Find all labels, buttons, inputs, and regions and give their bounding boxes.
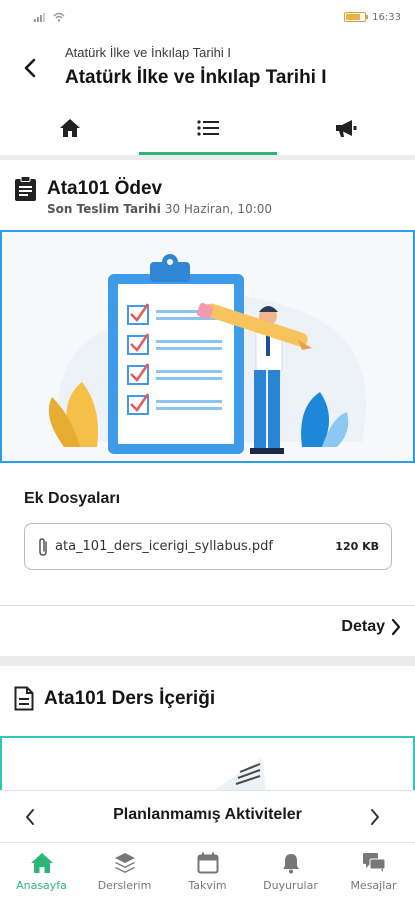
document-icon bbox=[14, 686, 34, 711]
nav-announcements-label: Duyurular bbox=[263, 878, 318, 892]
assignment-illustration bbox=[0, 230, 415, 463]
status-time: 16:33 bbox=[372, 11, 401, 23]
megaphone-icon bbox=[336, 119, 357, 137]
nav-announcements[interactable]: Duyurular bbox=[249, 843, 332, 900]
nav-messages[interactable]: Mesajlar bbox=[332, 843, 415, 900]
paperclip-icon bbox=[39, 537, 47, 556]
course-tabbar bbox=[0, 100, 415, 155]
course-content-preview bbox=[0, 736, 415, 790]
battery-icon bbox=[344, 12, 369, 22]
attachment-file-name: ata_101_ders_icerigi_syllabus.pdf bbox=[55, 539, 273, 554]
nav-calendar[interactable]: Takvim bbox=[166, 843, 249, 900]
nav-home[interactable]: Anasayfa bbox=[0, 843, 83, 900]
chevron-right-icon bbox=[391, 618, 401, 636]
assignment-card[interactable]: Ata101 Ödev Son Teslim Tarihi 30 Haziran,… bbox=[0, 160, 415, 656]
home-icon bbox=[30, 852, 53, 873]
nav-courses[interactable]: Derslerim bbox=[83, 843, 166, 900]
course-content-card[interactable]: Ata101 Ders İçeriği bbox=[0, 666, 415, 790]
deadline-value: 30 Haziran, 10:00 bbox=[164, 202, 273, 216]
chevron-left-icon bbox=[24, 58, 36, 78]
deadline-label: Son Teslim Tarihi bbox=[47, 202, 161, 216]
home-icon bbox=[59, 118, 80, 137]
detail-label: Detay bbox=[341, 618, 385, 635]
nav-home-label: Anasayfa bbox=[16, 878, 67, 892]
nav-calendar-label: Takvim bbox=[188, 878, 227, 892]
chevron-right-icon bbox=[371, 809, 379, 825]
attachment-file[interactable]: ata_101_ders_icerigi_syllabus.pdf 120 KB bbox=[24, 523, 392, 570]
chat-icon bbox=[362, 852, 385, 872]
clipboard-icon bbox=[15, 176, 36, 201]
divider bbox=[0, 605, 415, 606]
page-title: Atatürk İlke ve İnkılap Tarihi I bbox=[65, 67, 327, 88]
assignment-title: Ata101 Ödev bbox=[47, 178, 163, 199]
layers-icon bbox=[114, 852, 135, 873]
back-button[interactable] bbox=[14, 52, 46, 84]
tab-activities[interactable] bbox=[139, 100, 277, 155]
pager-title: Planlanmamış Aktiviteler bbox=[113, 806, 302, 823]
signal-icon bbox=[34, 13, 45, 22]
bell-icon bbox=[282, 853, 299, 873]
pager-next-button[interactable] bbox=[359, 801, 391, 833]
wifi-icon bbox=[53, 12, 65, 22]
bottom-navigation: Anasayfa Derslerim Takvim Duyurular Mesa… bbox=[0, 842, 415, 900]
nav-messages-label: Mesajlar bbox=[350, 878, 397, 892]
list-icon bbox=[197, 119, 219, 136]
course-content-title: Ata101 Ders İçeriği bbox=[44, 687, 216, 709]
course-header: Atatürk İlke ve İnkılap Tarihi I Atatürk… bbox=[0, 34, 415, 100]
header-subtitle: Atatürk İlke ve İnkılap Tarihi I bbox=[65, 45, 231, 60]
tab-home[interactable] bbox=[0, 100, 139, 155]
active-tab-indicator bbox=[139, 152, 277, 155]
calendar-icon bbox=[197, 852, 218, 873]
detail-button[interactable]: Detay bbox=[341, 618, 401, 636]
attachment-file-size: 120 KB bbox=[335, 540, 379, 553]
tab-announcements[interactable] bbox=[277, 100, 415, 155]
nav-courses-label: Derslerim bbox=[97, 878, 152, 892]
unscheduled-activities-pager: Planlanmamış Aktiviteler bbox=[0, 790, 415, 842]
attachments-label: Ek Dosyaları bbox=[24, 490, 121, 507]
deadline: Son Teslim Tarihi 30 Haziran, 10:00 bbox=[47, 202, 272, 216]
status-bar: 16:33 bbox=[0, 0, 415, 34]
